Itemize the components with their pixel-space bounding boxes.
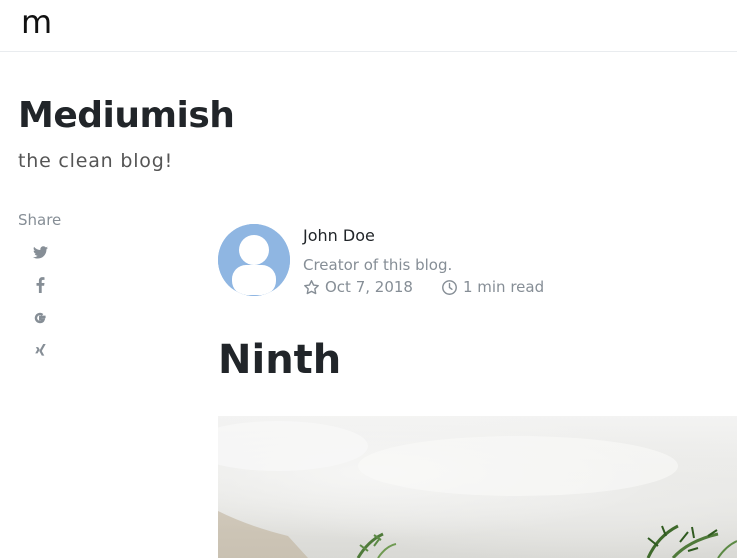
google-icon[interactable] [30,307,50,329]
author-avatar[interactable] [218,224,290,296]
twitter-icon[interactable] [30,241,50,263]
top-navbar: m [0,0,737,52]
read-time: 1 min read [462,278,545,296]
facebook-icon[interactable] [30,274,50,296]
site-logo[interactable]: m [21,4,52,40]
plant-photo-illustration [218,421,737,558]
post-meta: Oct 7, 2018 1 min read [303,277,544,297]
site-tagline: the clean blog! [18,150,174,172]
featured-image [218,416,737,558]
share-label: Share [18,211,62,229]
star-icon [304,279,319,294]
post-date: Oct 7, 2018 [325,278,413,296]
site-title: Mediumish [18,95,235,136]
post-title: Ninth [218,337,342,383]
clock-icon [442,279,457,295]
user-avatar-icon [218,224,290,296]
author-description: Creator of this blog. [303,256,453,274]
author-name[interactable]: John Doe [303,226,375,246]
share-sidebar: Share [18,210,78,356]
xing-icon[interactable] [30,340,50,362]
